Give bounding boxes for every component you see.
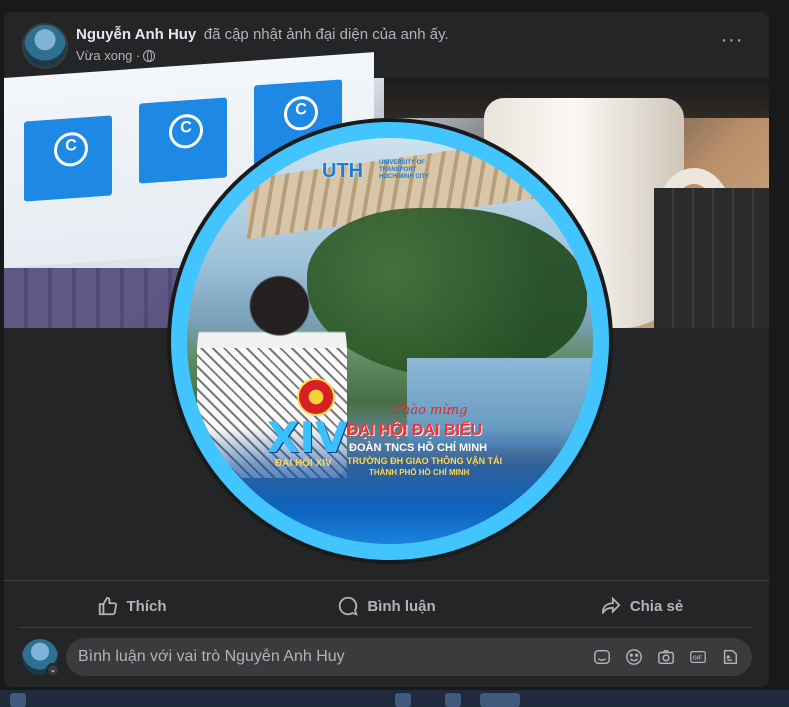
share-button[interactable]: Chia sẻ bbox=[514, 584, 769, 628]
event-line-2: TRƯỜNG ĐH GIAO THÔNG VẬN TẢI bbox=[347, 456, 503, 466]
taskbar-app-icon[interactable] bbox=[480, 693, 520, 707]
cover-course-card bbox=[24, 115, 112, 202]
post-timestamp[interactable]: Vừa xong · bbox=[76, 48, 140, 63]
youth-union-badge-icon bbox=[297, 378, 335, 416]
chevron-down-icon[interactable]: ⌄ bbox=[46, 663, 60, 677]
comment-input[interactable] bbox=[78, 648, 578, 666]
more-options-button[interactable]: ··· bbox=[717, 30, 747, 56]
comment-box[interactable]: GIF bbox=[66, 638, 752, 676]
profile-picture[interactable]: UTH UNIVERSITY OF TRANSPORT HOCHIMINH CI… bbox=[167, 118, 613, 564]
os-taskbar bbox=[0, 690, 789, 707]
post-actions: Thích Bình luận Chia sẻ bbox=[4, 584, 769, 628]
globe-icon[interactable] bbox=[143, 49, 156, 62]
like-button[interactable]: Thích bbox=[4, 584, 259, 628]
post-header: Nguyễn Anh Huy đã cập nhật ảnh đại diện … bbox=[4, 12, 769, 78]
event-line-1: ĐOÀN TNCS HỒ CHÍ MINH bbox=[349, 442, 488, 454]
share-label: Chia sẻ bbox=[629, 597, 684, 615]
author-avatar[interactable] bbox=[22, 23, 68, 69]
congress-label: ĐẠI HỘI XIV bbox=[275, 458, 332, 469]
taskbar-app-icon[interactable] bbox=[10, 693, 26, 707]
uth-logo-subtitle: UNIVERSITY OF TRANSPORT HOCHIMINH CITY bbox=[379, 160, 429, 180]
svg-text:GIF: GIF bbox=[693, 656, 703, 662]
divider bbox=[4, 580, 769, 581]
photo-leaves bbox=[307, 208, 587, 378]
taskbar-app-icon[interactable] bbox=[445, 693, 461, 707]
profile-frame: UTH UNIVERSITY OF TRANSPORT HOCHIMINH CI… bbox=[171, 122, 609, 560]
comment-label: Bình luận bbox=[367, 597, 436, 615]
avatar-sticker-icon[interactable] bbox=[720, 647, 740, 667]
comment-bubble-icon bbox=[339, 596, 358, 616]
congress-mark: XIV bbox=[267, 413, 348, 462]
post-photo[interactable]: UTH UNIVERSITY OF TRANSPORT HOCHIMINH CI… bbox=[4, 52, 769, 580]
post-action-text: đã cập nhật ảnh đại diện của anh ấy. bbox=[203, 26, 449, 43]
camera-icon[interactable] bbox=[656, 647, 676, 667]
comment-button[interactable]: Bình luận bbox=[259, 584, 514, 628]
cover-right-keyboard bbox=[654, 188, 769, 328]
profile-photo: UTH UNIVERSITY OF TRANSPORT HOCHIMINH CI… bbox=[187, 138, 593, 544]
taskbar-app-icon[interactable] bbox=[395, 693, 411, 707]
sticker-icon[interactable] bbox=[592, 647, 612, 667]
comment-tools: GIF bbox=[592, 647, 740, 667]
cover-course-card bbox=[139, 97, 227, 184]
event-title: ĐẠI HỘI ĐẠI BIỂU bbox=[347, 422, 483, 439]
event-line-3: THÀNH PHỐ HỒ CHÍ MINH bbox=[369, 468, 470, 477]
comment-composer: ⌄ GIF bbox=[4, 636, 769, 682]
event-script: Chào mừng bbox=[392, 403, 468, 418]
gif-icon[interactable]: GIF bbox=[688, 647, 708, 667]
post-header-text: Nguyễn Anh Huy đã cập nhật ảnh đại diện … bbox=[76, 26, 449, 63]
emoji-icon[interactable] bbox=[624, 647, 644, 667]
divider bbox=[20, 627, 753, 628]
uth-logo: UTH bbox=[322, 160, 364, 182]
author-name[interactable]: Nguyễn Anh Huy bbox=[76, 26, 196, 43]
feed-post: Nguyễn Anh Huy đã cập nhật ảnh đại diện … bbox=[4, 12, 769, 687]
share-arrow-icon bbox=[601, 596, 621, 614]
like-label: Thích bbox=[126, 597, 167, 615]
thumbs-up-icon bbox=[98, 596, 117, 616]
